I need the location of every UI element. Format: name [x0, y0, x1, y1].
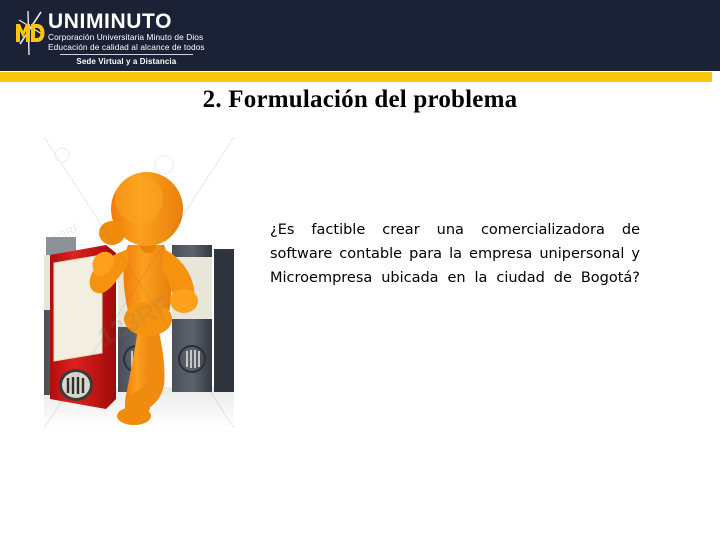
header-accent-bar: [0, 72, 712, 82]
illustration-thinking-person: 123RF 123RF: [44, 137, 234, 428]
problem-statement-text: ¿Es factible crear una comercializadora …: [270, 222, 640, 286]
slide-title: 2. Formulación del problema: [202, 86, 518, 113]
logo-tagline-education: Educación de calidad al alcance de todos: [48, 42, 205, 52]
logo-tagline-corporation: Corporación Universitaria Minuto de Dios: [48, 32, 204, 42]
logo-text-block: UNIMINUTO Corporación Universitaria Minu…: [48, 10, 205, 67]
uniminuto-logo: UNIMINUTO Corporación Universitaria Minu…: [14, 10, 205, 67]
logo-tagline-sede: Sede Virtual y a Distancia: [76, 57, 177, 66]
logo-wordmark: UNIMINUTO: [48, 10, 173, 33]
md-monogram-icon: [14, 10, 46, 56]
logo-divider: [60, 54, 193, 55]
